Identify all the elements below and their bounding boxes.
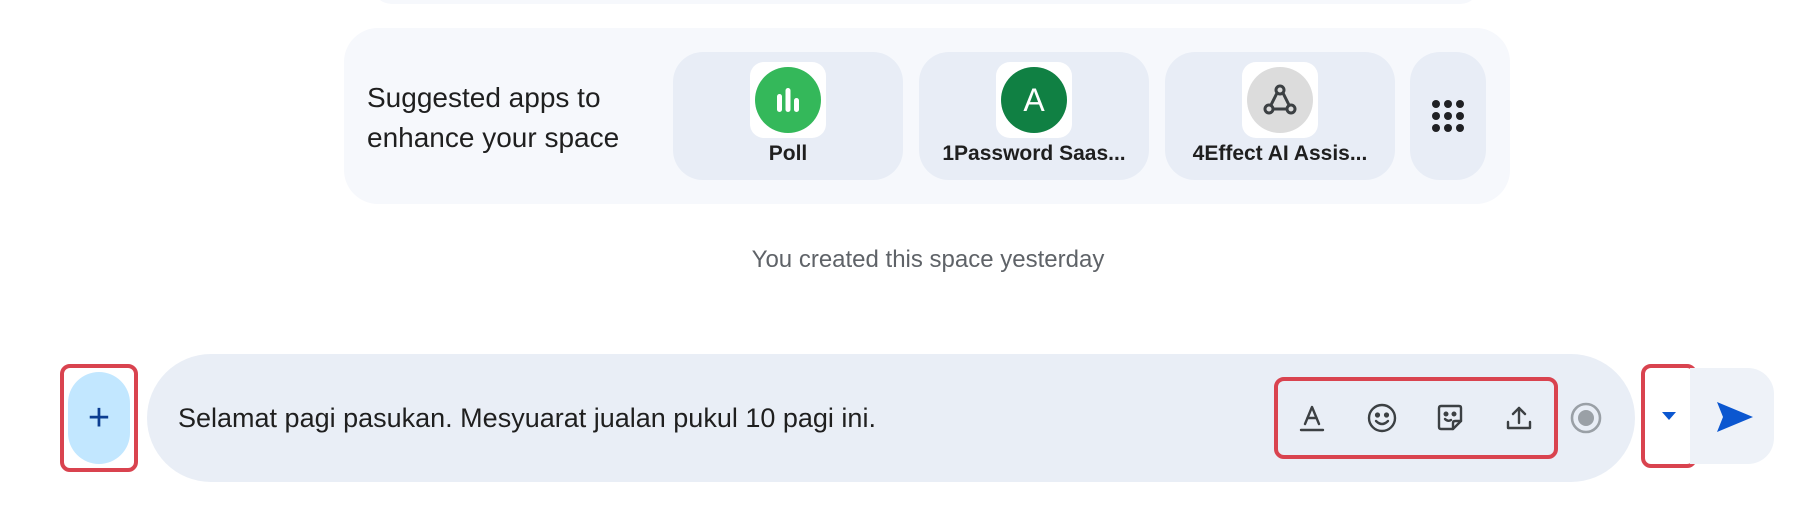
webhook-icon (1247, 67, 1313, 133)
suggested-apps-heading-line2: enhance your space (367, 122, 620, 153)
app-card-1password[interactable]: A 1Password Saas... (919, 52, 1149, 180)
send-icon (1717, 402, 1753, 432)
add-attachment-button[interactable]: + (68, 372, 130, 464)
sticker-icon[interactable] (1430, 398, 1470, 438)
record-icon[interactable] (1566, 398, 1606, 438)
upload-icon[interactable] (1499, 398, 1539, 438)
suggested-apps-heading-line1: Suggested apps to (367, 82, 601, 113)
suggested-apps-heading: Suggested apps to enhance your space (367, 78, 647, 158)
app-card-4effect[interactable]: 4Effect AI Assis... (1165, 52, 1395, 180)
app-name-4effect: 4Effect AI Assis... (1192, 142, 1368, 165)
app-icon-frame: A (996, 62, 1072, 138)
app-name-poll: Poll (768, 142, 808, 165)
caret-down-icon (1662, 412, 1676, 420)
app-icon-frame (750, 62, 826, 138)
send-button[interactable] (1712, 394, 1758, 440)
send-options-dropdown[interactable] (1649, 372, 1689, 460)
more-apps-button[interactable] (1410, 52, 1486, 180)
chat-space-page: Suggested apps to enhance your space Pol… (0, 0, 1800, 520)
app-icon-frame (1242, 62, 1318, 138)
previous-message-card (372, 0, 1480, 4)
format-text-icon[interactable] (1292, 398, 1332, 438)
app-name-1password: 1Password Saas... (942, 142, 1126, 165)
poll-icon (755, 67, 821, 133)
emoji-icon[interactable] (1362, 398, 1402, 438)
letter-a-icon: A (1001, 67, 1067, 133)
space-created-note: You created this space yesterday (751, 246, 1105, 273)
message-input[interactable] (178, 398, 1258, 438)
app-card-poll[interactable]: Poll (673, 52, 903, 180)
grid-dots-icon (1432, 100, 1464, 132)
